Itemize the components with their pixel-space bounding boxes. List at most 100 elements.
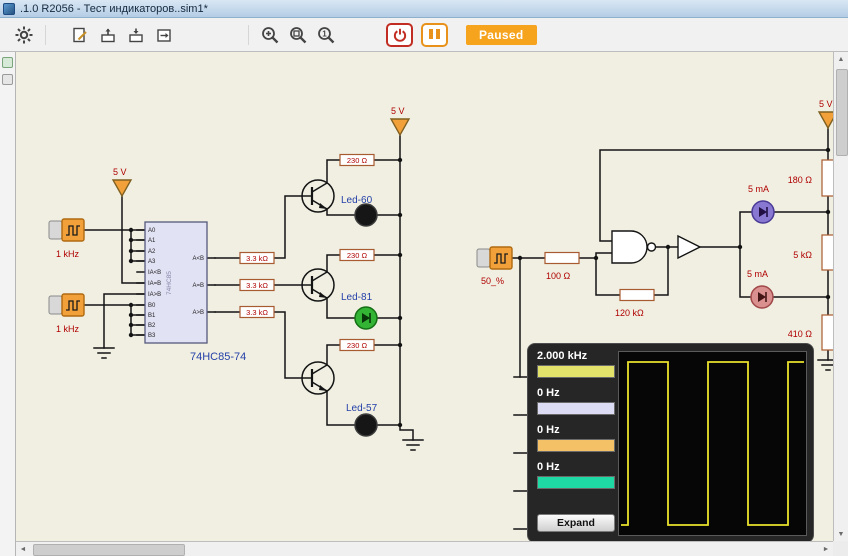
new-circuit-button[interactable] (67, 22, 93, 48)
pin-label: IA=B (148, 281, 161, 287)
ground-2[interactable] (403, 440, 423, 450)
resistor-120k[interactable]: 120 kΩ (615, 290, 654, 319)
vertical-scroll-thumb[interactable] (836, 69, 848, 156)
resistor-value: 3.3 kΩ (246, 254, 268, 263)
supply-5v-2[interactable]: 5 V (391, 106, 409, 135)
transistor-1[interactable] (302, 180, 334, 212)
led-current-label: 5 mA (747, 269, 768, 279)
pin-label: A2 (148, 249, 156, 255)
status-badge: Paused (466, 25, 537, 45)
led-57[interactable]: Led-57 (346, 403, 378, 436)
toolbar-separator (45, 25, 46, 45)
export-circuit-icon (155, 26, 173, 44)
resistor-value: 230 Ω (347, 156, 368, 165)
freq-ch4-value: 0 Hz (537, 461, 617, 474)
titlebar[interactable]: .1.0 R2056 - Тест индикаторов..sim1* (0, 0, 848, 18)
led-label: Led-81 (341, 292, 373, 303)
resistor-230-2[interactable]: 230 Ω (340, 250, 374, 261)
vertical-scrollbar[interactable]: ▲ ▼ (833, 52, 848, 541)
resistor-230-3[interactable]: 230 Ω (340, 340, 374, 351)
zoom-one-button[interactable]: 1 (313, 22, 339, 48)
frequency-meter[interactable]: 2.000 kHz 0 Hz 0 Hz 0 Hz Expand (527, 343, 814, 541)
left-panel-strip (0, 52, 16, 556)
nand-gate[interactable] (612, 231, 656, 263)
resistor-5k[interactable]: 5 kΩ (793, 235, 833, 270)
resistor-3k3-2[interactable]: 3.3 kΩ (240, 280, 274, 291)
open-circuit-button[interactable] (95, 22, 121, 48)
zoom-one-icon: 1 (316, 25, 336, 45)
chip-74hc85[interactable]: A0 A1 A2 A3 IA<B IA=B IA>B B0 B1 B2 B3 A… (145, 222, 246, 363)
buffer-gate[interactable] (678, 236, 700, 258)
resistor-3k3-3[interactable]: 3.3 kΩ (240, 307, 274, 318)
pin-label: A<B (192, 256, 204, 262)
led-label: Led-57 (346, 403, 378, 414)
pin-label: B0 (148, 303, 156, 309)
scroll-up-icon[interactable]: ▲ (834, 52, 848, 66)
scope-screen (618, 351, 807, 536)
expand-button[interactable]: Expand (537, 514, 615, 532)
pin-label: A>B (192, 310, 204, 316)
export-circuit-button[interactable] (151, 22, 177, 48)
resistor-230-1[interactable]: 230 Ω (340, 155, 374, 166)
scroll-right-icon[interactable]: ► (819, 542, 833, 556)
toolbar-separator (248, 25, 249, 45)
save-circuit-button[interactable] (123, 22, 149, 48)
led-pink[interactable]: 5 mA (747, 269, 773, 308)
panel-tab-icon-1[interactable] (2, 57, 13, 68)
freq-ch3-bar (537, 439, 615, 452)
power-icon (392, 27, 408, 43)
resistor-value: 120 kΩ (615, 308, 644, 318)
led-violet[interactable]: 5 mA (748, 184, 774, 223)
app-icon (3, 3, 15, 15)
settings-button[interactable] (11, 22, 37, 48)
led-81[interactable]: Led-81 (341, 292, 377, 329)
pause-button[interactable] (421, 23, 448, 47)
zoom-in-button[interactable] (257, 22, 283, 48)
horizontal-scroll-thumb[interactable] (33, 544, 185, 556)
resistor-value: 3.3 kΩ (246, 308, 268, 317)
circuit-canvas[interactable]: 5 V 5 V 5 V 1 kHz 1 kHz 50_% (16, 52, 833, 541)
pwm-source[interactable]: 50_% (477, 247, 512, 286)
led-60[interactable]: Led-60 (341, 195, 377, 226)
scrollbar-corner (833, 541, 848, 556)
chip-body-text: 74HC85 (166, 271, 173, 295)
supply-5v-1[interactable]: 5 V (113, 167, 131, 196)
resistor-3k3-1[interactable]: 3.3 kΩ (240, 253, 274, 264)
clock-source-1[interactable]: 1 kHz (49, 219, 84, 259)
transistor-3[interactable] (302, 362, 334, 394)
freq-ch4-bar (537, 476, 615, 489)
ground-3[interactable] (818, 360, 833, 370)
freq-meter-channels: 2.000 kHz 0 Hz 0 Hz 0 Hz Expand (537, 350, 617, 532)
resistor-180[interactable]: 180 Ω (788, 160, 833, 196)
resistor-value: 230 Ω (347, 341, 368, 350)
main-toolbar: 1 Paused (0, 18, 848, 52)
pin-label: B3 (148, 333, 156, 339)
chip-caption: 74HC85-74 (190, 351, 246, 363)
pin-label: A1 (148, 238, 156, 244)
pin-label: IA<B (148, 270, 161, 276)
scroll-left-icon[interactable]: ◄ (16, 542, 30, 556)
transistor-2[interactable] (302, 269, 334, 301)
supply-label: 5 V (819, 99, 833, 109)
power-button[interactable] (386, 23, 413, 47)
scroll-down-icon[interactable]: ▼ (834, 527, 848, 541)
zoom-fit-button[interactable] (285, 22, 311, 48)
ground-1[interactable] (94, 348, 114, 358)
pin-label: A3 (148, 259, 156, 265)
new-circuit-icon (71, 26, 89, 44)
supply-5v-3[interactable]: 5 V (819, 99, 833, 128)
panel-tab-icon-2[interactable] (2, 74, 13, 85)
zoom-in-icon (260, 25, 280, 45)
freq-meter-pins (514, 377, 527, 529)
clock-label: 1 kHz (56, 324, 80, 334)
freq-ch2-value: 0 Hz (537, 387, 617, 400)
clock-source-2[interactable]: 1 kHz (49, 294, 84, 334)
zoom-fit-icon (288, 25, 308, 45)
pin-label: B2 (148, 323, 156, 329)
resistor-100[interactable]: 100 Ω (545, 253, 579, 282)
waveform-trace (621, 362, 804, 525)
resistor-value: 410 Ω (788, 329, 813, 339)
supply-label: 5 V (113, 167, 127, 177)
clock-label: 1 kHz (56, 249, 80, 259)
horizontal-scrollbar[interactable]: ◄ ► (16, 541, 833, 556)
